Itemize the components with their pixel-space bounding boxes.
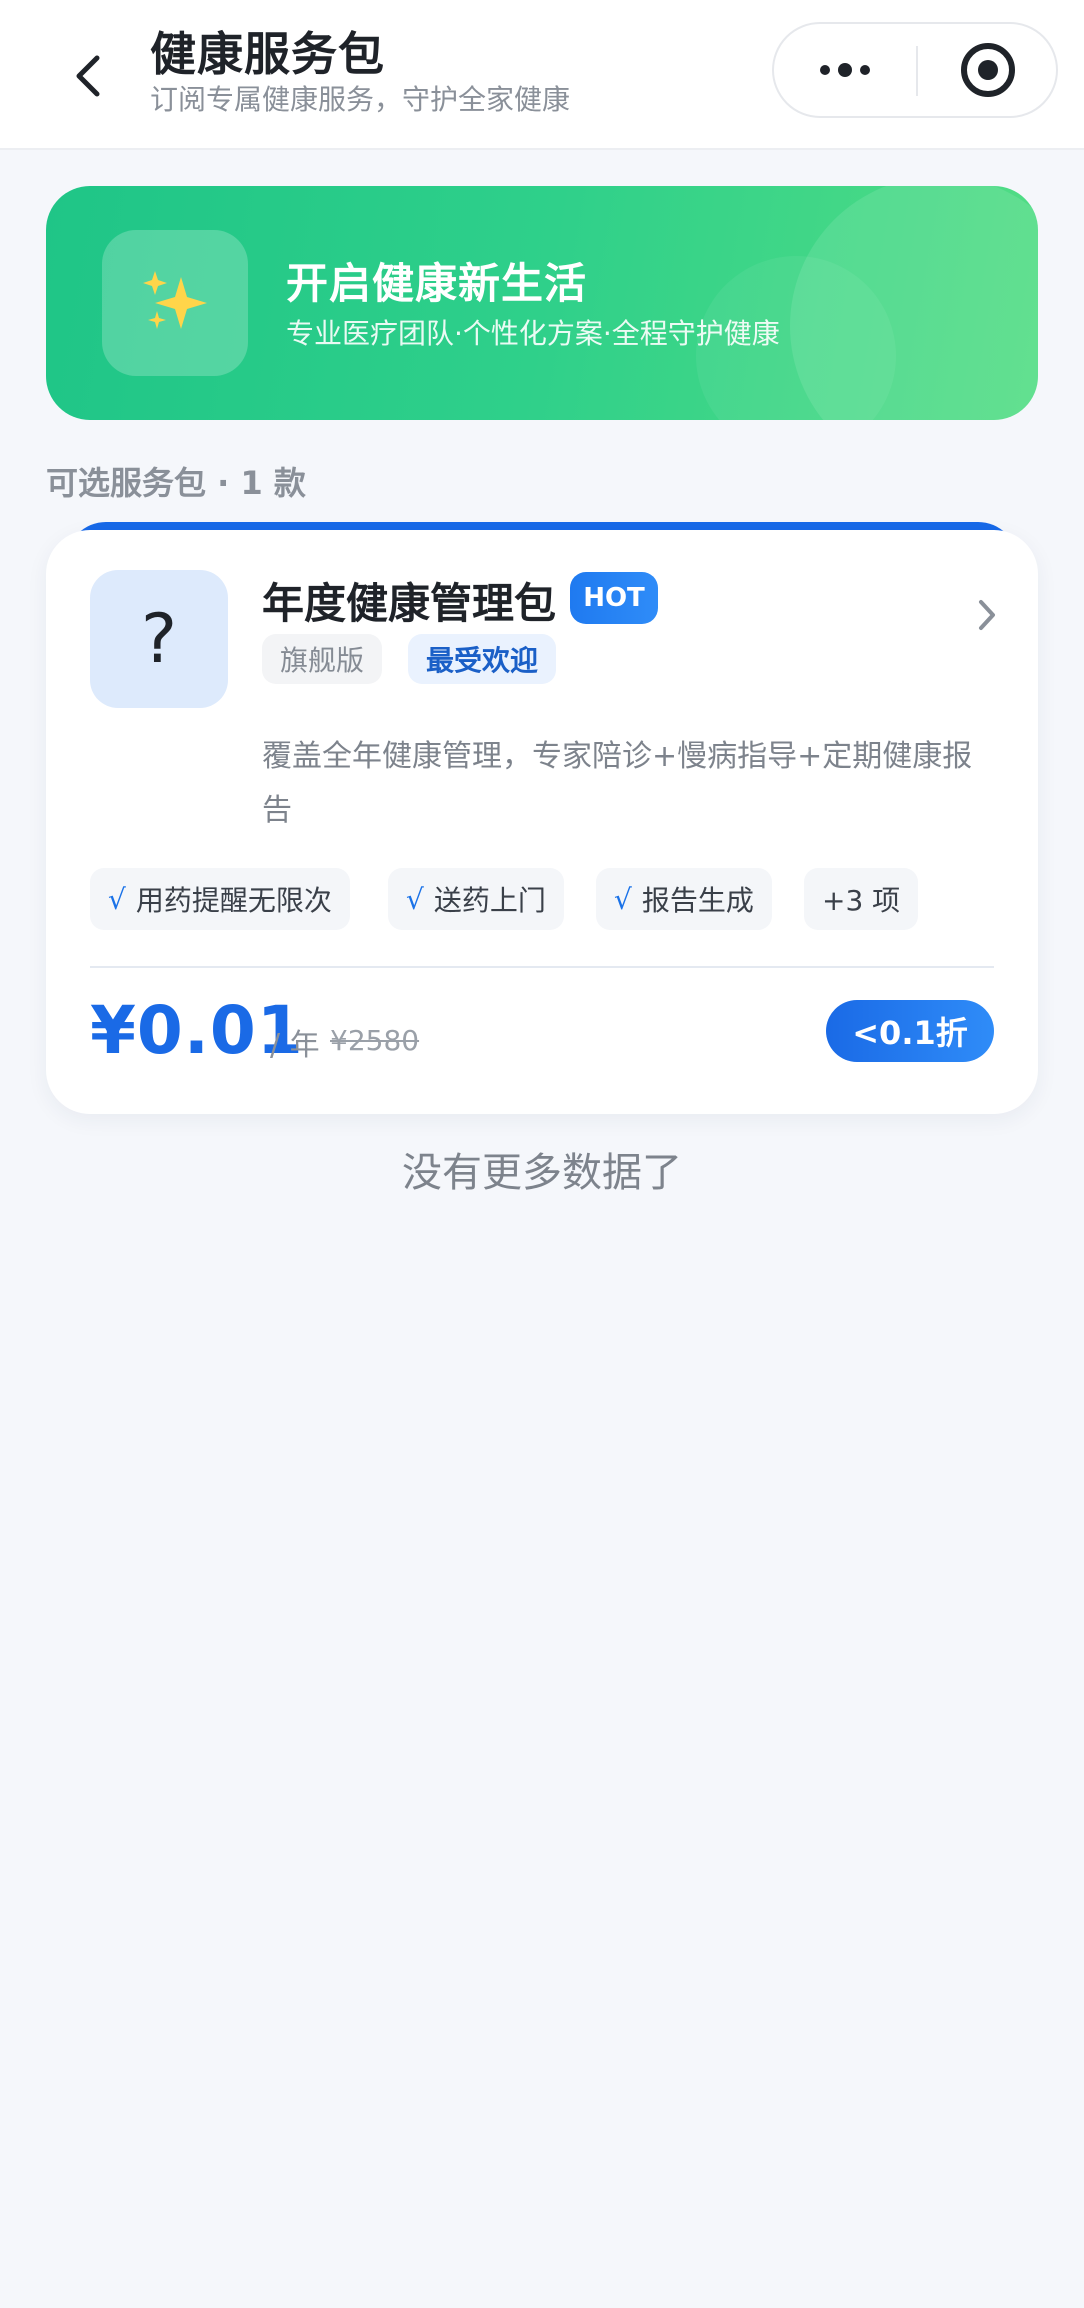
feature-label: 用药提醒无限次	[135, 884, 332, 917]
banner-subtitle: 专业医疗团队·个性化方案·全程守护健康	[286, 317, 780, 350]
close-button[interactable]	[918, 24, 1058, 116]
price-unit: / 年	[270, 1028, 320, 1063]
page: 健康服务包 订阅专属健康服务，守护全家健康 开启健康新生活 专业医疗团队·个性化…	[0, 0, 1084, 2308]
feature-chip: √ 报告生成	[596, 868, 772, 930]
hot-badge: HOT	[570, 572, 658, 624]
check-icon: √	[406, 882, 424, 916]
section-label: 可选服务包 · 1 款	[46, 464, 306, 502]
more-dot-right	[860, 65, 870, 75]
chevron-left-icon	[76, 55, 100, 97]
product-card[interactable]: ? 年度健康管理包 HOT 旗舰版 最受欢迎 覆盖全年健康管理，专家陪诊+慢病指…	[46, 530, 1038, 1114]
more-features-chip: +3 项	[804, 868, 919, 930]
feature-label: 送药上门	[433, 884, 546, 917]
page-subtitle: 订阅专属健康服务，守护全家健康	[150, 83, 571, 116]
promo-banner: 开启健康新生活 专业医疗团队·个性化方案·全程守护健康	[46, 186, 1038, 420]
edition-tag: 旗舰版	[262, 634, 383, 684]
nav-bar: 健康服务包 订阅专属健康服务，守护全家健康	[0, 0, 1084, 150]
page-title: 健康服务包	[150, 27, 385, 81]
banner-title: 开启健康新生活	[286, 259, 588, 308]
feature-chip: √ 送药上门	[388, 868, 564, 930]
feature-chip: √ 用药提醒无限次	[90, 868, 350, 930]
product-icon: ?	[90, 570, 228, 708]
chevron-right-icon[interactable]	[972, 590, 1002, 640]
original-price: ¥2580	[330, 1024, 420, 1057]
back-button[interactable]	[60, 42, 116, 110]
banner-icon-box	[102, 230, 248, 376]
more-features-label: +3 项	[822, 884, 901, 917]
product-description: 覆盖全年健康管理，专家陪诊+慢病指导+定期健康报告	[262, 739, 973, 828]
divider	[90, 966, 994, 968]
product-name: 年度健康管理包	[262, 579, 557, 628]
target-icon	[961, 43, 1015, 97]
chevron-right-glyph	[979, 600, 995, 630]
mini-program-capsule	[772, 22, 1058, 118]
check-icon: √	[614, 882, 632, 916]
feature-label: 报告生成	[641, 884, 754, 917]
more-dots-icon	[820, 65, 830, 75]
target-icon-center	[978, 60, 998, 80]
sparkles-icon	[143, 271, 207, 329]
no-more-data-text: 没有更多数据了	[402, 1150, 682, 1196]
popular-tag: 最受欢迎	[408, 634, 557, 684]
more-button[interactable]	[774, 24, 916, 116]
check-icon: √	[108, 882, 126, 916]
discount-badge: <0.1折	[826, 1000, 994, 1062]
more-dot-center	[838, 63, 852, 77]
